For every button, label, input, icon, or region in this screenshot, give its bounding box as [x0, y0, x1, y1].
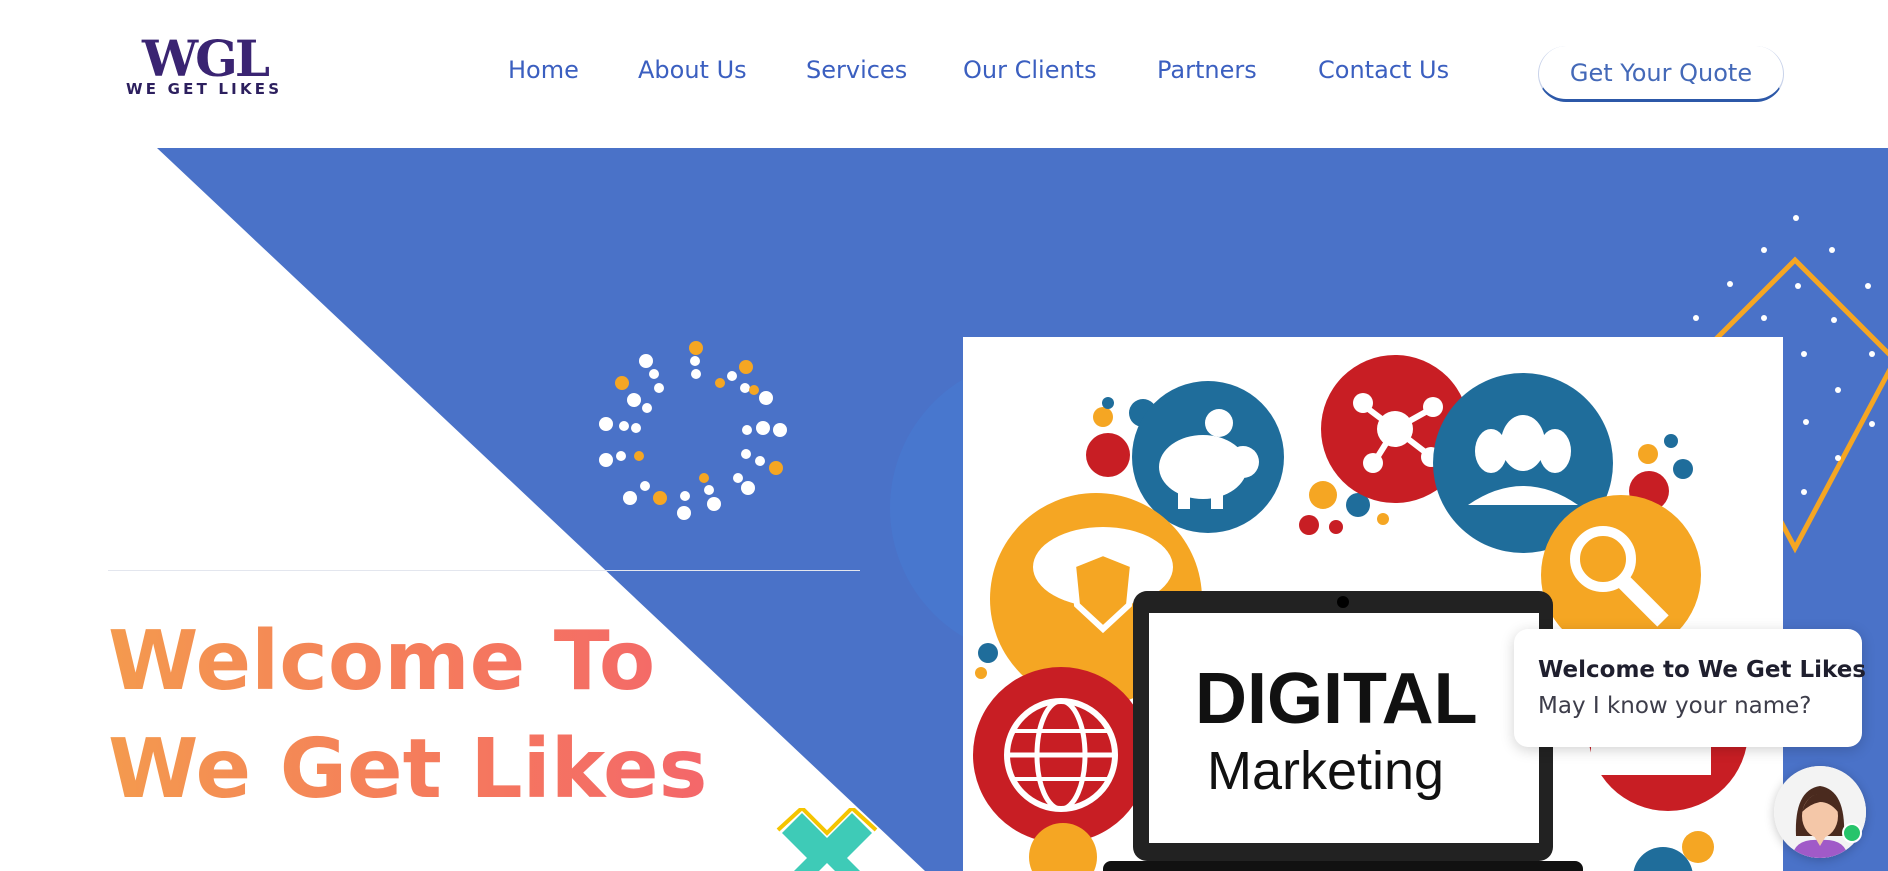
x-decoration: [776, 808, 878, 871]
hero-title-line-2: We Get Likes: [108, 722, 708, 817]
nav-home[interactable]: Home: [508, 56, 579, 84]
piggy-bank-icon: [1132, 381, 1284, 533]
chat-greeting-bubble[interactable]: Welcome to We Get Likes May I know your …: [1514, 629, 1866, 747]
hero-divider: [108, 570, 860, 571]
globe-icon: [973, 667, 1149, 843]
digital-marketing-image: DIGITAL Marketing: [963, 337, 1783, 871]
nav-partners[interactable]: Partners: [1157, 56, 1257, 84]
hero-section: Welcome To We Get Likes DIGITAL Marketin…: [0, 148, 1888, 871]
site-header: WGL WE GET LIKES Home About Us Services …: [0, 0, 1888, 148]
hero-title-line-1: Welcome To: [108, 614, 656, 709]
nav-about-us[interactable]: About Us: [638, 56, 747, 84]
chat-message: May I know your name?: [1538, 693, 1812, 719]
chat-title: Welcome to We Get Likes: [1538, 657, 1866, 683]
hero-title: Welcome To We Get Likes: [108, 608, 707, 824]
nav-services[interactable]: Services: [806, 56, 907, 84]
feature-subheading: Marketing: [1207, 741, 1444, 801]
dot-ring-decoration: [599, 341, 787, 520]
online-status-indicator: [1842, 823, 1862, 843]
brand-logo[interactable]: WGL WE GET LIKES: [126, 30, 306, 100]
feature-heading: DIGITAL: [1195, 659, 1478, 739]
get-quote-button[interactable]: Get Your Quote: [1538, 46, 1784, 102]
chat-avatar-button[interactable]: [1774, 766, 1866, 858]
agent-avatar-icon: [1774, 766, 1866, 858]
logo-tagline: WE GET LIKES: [126, 80, 283, 98]
nav-our-clients[interactable]: Our Clients: [963, 56, 1097, 84]
nav-contact-us[interactable]: Contact Us: [1318, 56, 1449, 84]
